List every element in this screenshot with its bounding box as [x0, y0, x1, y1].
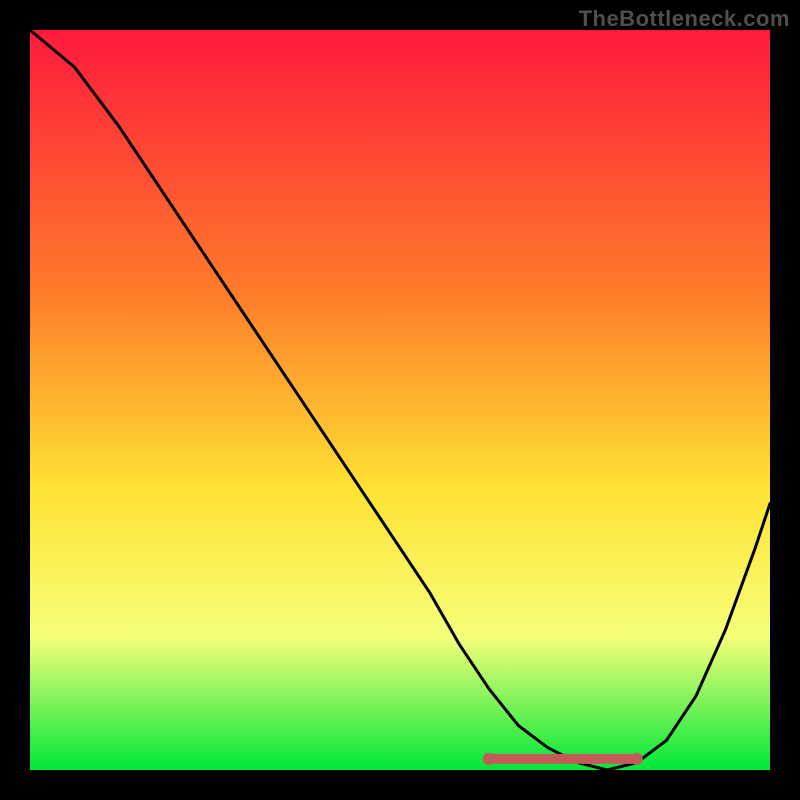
watermark-text: TheBottleneck.com — [579, 6, 790, 32]
gradient-plot-area — [30, 30, 770, 770]
optimal-range-marker — [483, 753, 643, 765]
chart-frame: TheBottleneck.com — [0, 0, 800, 800]
bottleneck-chart — [0, 0, 800, 800]
